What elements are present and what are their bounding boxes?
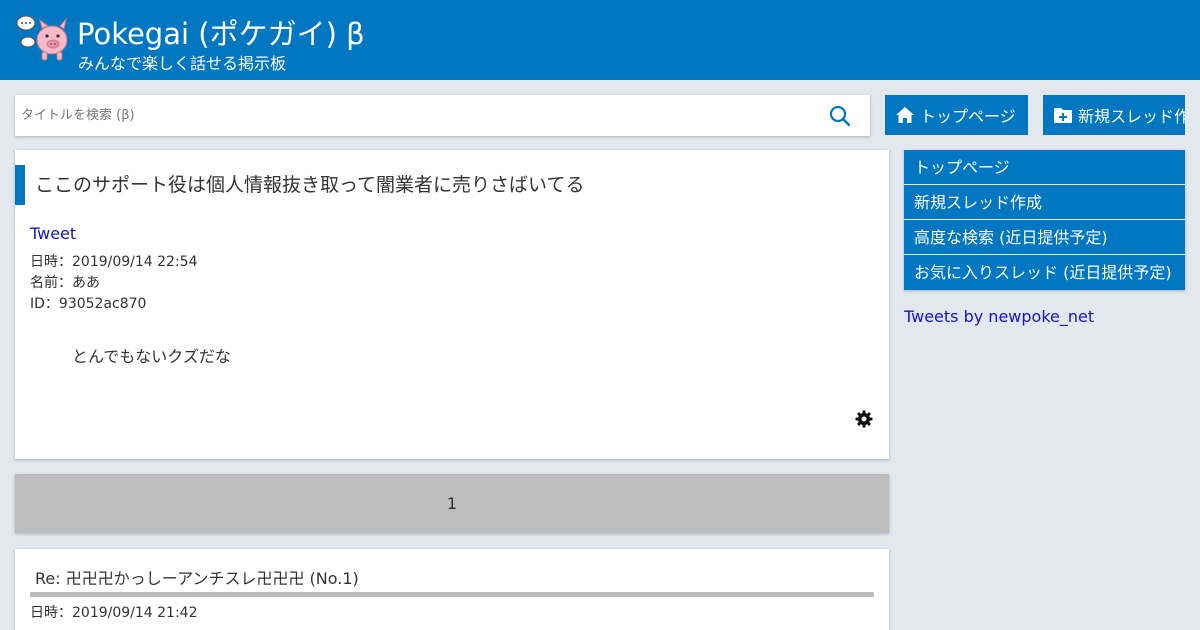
pig-mascot-logo[interactable] — [14, 14, 70, 62]
twitter-timeline-link[interactable]: Tweets by newpoke_net — [904, 307, 1094, 326]
reply-divider — [30, 592, 874, 597]
site-title[interactable]: Pokegai (ポケガイ) β — [77, 16, 365, 52]
new-thread-button-label: 新規スレッド作成 — [1078, 107, 1185, 126]
site-header: Pokegai (ポケガイ) β みんなで楽しく話せる掲示板 — [0, 0, 1200, 80]
post-date: 日時：2019/09/14 22:54 — [30, 254, 198, 270]
site-subtitle: みんなで楽しく話せる掲示板 — [78, 54, 287, 73]
title-accent-bar — [15, 165, 25, 205]
sidebar-item-advanced-search[interactable]: 高度な検索 (近日提供予定) — [904, 220, 1185, 255]
sidebar-item-favorite-threads[interactable]: お気に入りスレッド (近日提供予定) — [904, 255, 1185, 290]
sidebar-item-new-thread[interactable]: 新規スレッド作成 — [904, 185, 1185, 220]
reply-date: 日時：2019/09/14 21:42 — [30, 605, 198, 621]
folder-plus-icon — [1054, 108, 1072, 123]
reply-card: Re: 卍卍卍かっしーアンチスレ卍卍卍 (No.1) 日時：2019/09/14… — [15, 549, 889, 630]
new-thread-button[interactable]: 新規スレッド作成 — [1043, 95, 1185, 135]
search-input[interactable] — [21, 95, 821, 136]
page-button-1[interactable]: 1 — [15, 474, 889, 533]
thread-card: ここのサポート役は個人情報抜き取って闇業者に売りさばいてる Tweet 日時：2… — [15, 150, 889, 459]
tweet-link[interactable]: Tweet — [30, 224, 76, 243]
thread-title: ここのサポート役は個人情報抜き取って闇業者に売りさばいてる — [35, 174, 585, 196]
home-icon — [896, 107, 914, 123]
sidebar-item-top-page[interactable]: トップページ — [904, 150, 1185, 185]
gear-icon[interactable] — [855, 410, 873, 428]
search-icon[interactable] — [829, 105, 851, 127]
reply-title[interactable]: Re: 卍卍卍かっしーアンチスレ卍卍卍 (No.1) — [35, 569, 359, 589]
post-author: 名前：ああ — [30, 275, 100, 291]
post-id: ID：93052ac870 — [30, 296, 147, 312]
sidebar-menu: トップページ 新規スレッド作成 高度な検索 (近日提供予定) お気に入りスレッド… — [904, 150, 1185, 290]
page-number: 1 — [446, 494, 458, 513]
top-page-button[interactable]: トップページ — [885, 95, 1028, 135]
search-bar — [15, 95, 870, 136]
post-body: とんでもないクズだな — [72, 347, 231, 366]
top-page-button-label: トップページ — [920, 107, 1016, 126]
